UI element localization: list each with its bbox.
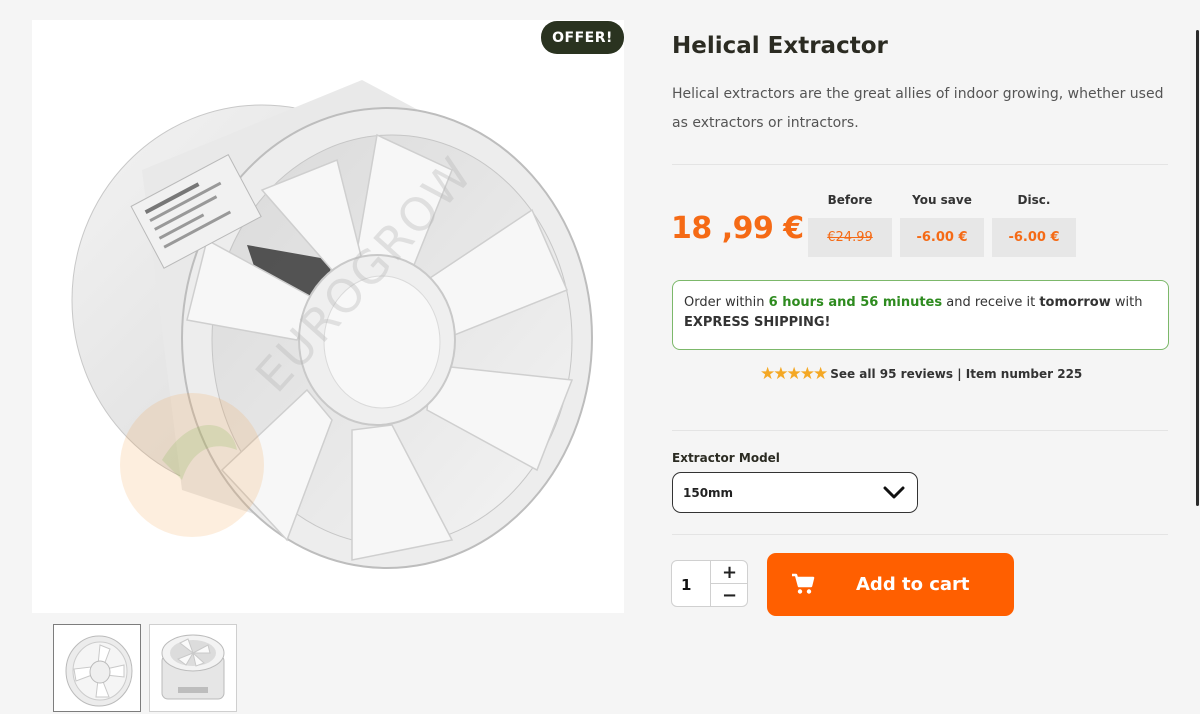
add-to-cart-label: Add to cart [856,574,970,595]
extractor-model-value: 150mm [683,485,734,500]
thumbnail-fan-front-icon [65,635,133,707]
divider [672,164,1168,165]
thumbnail-2[interactable] [149,624,237,712]
price-disc-value: -6.00 € [992,218,1076,257]
shipping-suffix: with [1114,295,1143,310]
price-disc-label: Disc. [1017,193,1051,207]
extractor-fan-illustration: EUROGROW [71,80,593,569]
current-price: 18 ,99 € [671,211,804,246]
reviews-link[interactable]: See all 95 reviews | Item number 225 [830,367,1082,381]
reviews-summary[interactable]: ★★★★★ See all 95 reviews | Item number 2… [760,365,1082,383]
shipping-notice: Order within 6 hours and 56 minutes and … [672,280,1169,350]
shipping-day: tomorrow [1039,295,1111,310]
shipping-middle: and receive it [946,295,1036,310]
page-scrollbar[interactable] [1196,30,1199,506]
shopping-cart-icon [792,573,815,594]
offer-badge: OFFER! [541,21,624,54]
thumbnail-fan-side-icon [161,634,225,700]
divider [672,534,1168,535]
quantity-decrease-button[interactable]: − [710,584,747,606]
price-save-value: -6.00 € [900,218,984,257]
shipping-method: EXPRESS SHIPPING! [684,315,831,330]
extractor-model-select[interactable]: 150mm [672,472,918,513]
thumbnail-1[interactable] [53,624,141,712]
add-to-cart-button[interactable]: Add to cart [767,553,1014,616]
price-before-label: Before [827,193,873,207]
quantity-increase-button[interactable]: + [710,561,747,584]
price-before-value: €24.99 [808,218,892,257]
shipping-countdown: 6 hours and 56 minutes [768,295,943,310]
price-save-label: You save [912,193,972,207]
product-title: Helical Extractor [672,33,888,59]
product-main-image[interactable]: EUROGROW [32,20,624,613]
shipping-prefix: Order within [684,295,765,310]
chevron-down-icon [883,486,905,498]
extractor-model-label: Extractor Model [672,451,780,465]
rating-stars-icon: ★★★★★ [760,363,828,384]
divider [672,430,1168,431]
quantity-input[interactable]: 1 [672,561,710,606]
product-description: Helical extractors are the great allies … [672,86,1164,131]
quantity-stepper: 1 + − [671,560,748,607]
